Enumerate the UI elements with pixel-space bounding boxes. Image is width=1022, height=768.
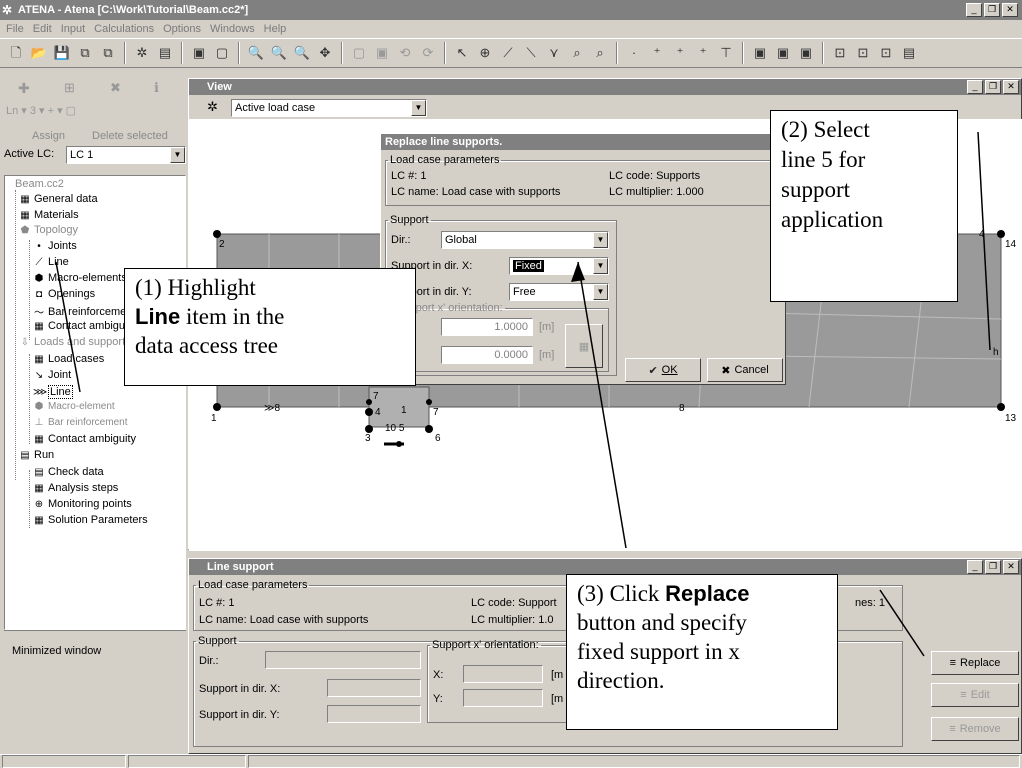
callout-step-3: (3) Click Replace button and specify fix… [566,574,838,730]
callout-step-2: (2) Select line 5 for support applicatio… [770,110,958,302]
callout-step-1: (1) Highlight Line item in the data acce… [124,268,416,386]
